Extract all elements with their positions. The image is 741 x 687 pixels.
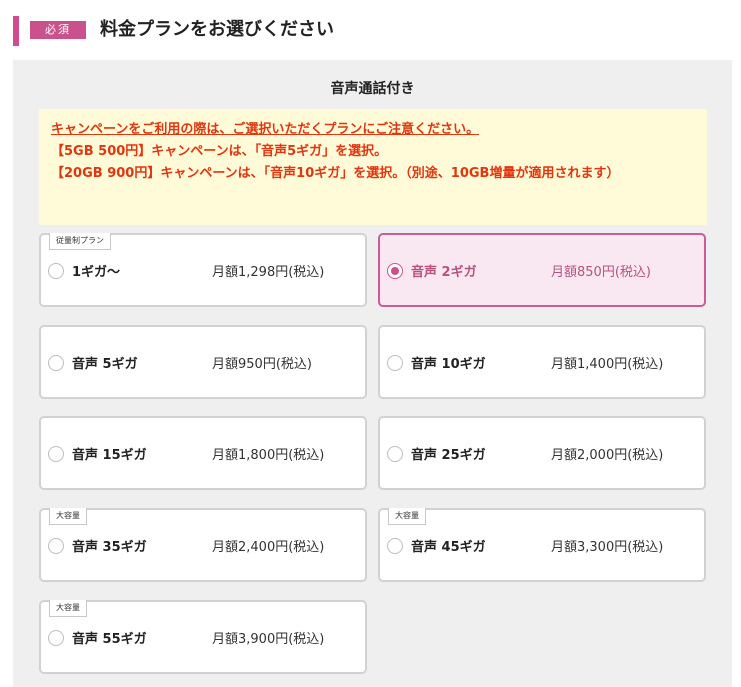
plan-tag: 大容量 xyxy=(49,508,87,525)
plan-price: 月額2,000円(税込) xyxy=(551,448,664,463)
plan-card-55gb[interactable]: 大容量 音声 55ギガ 月額3,900円(税込) xyxy=(39,600,367,674)
plan-selection-panel: 音声通話付き キャンペーンをご利用の際は、ご選択いただくプランにご注意ください。… xyxy=(13,60,732,687)
radio-button[interactable] xyxy=(387,538,403,554)
plan-card-2gb[interactable]: 音声 2ギガ 月額850円(税込) xyxy=(378,233,706,307)
plan-card-15gb[interactable]: 音声 15ギガ 月額1,800円(税込) xyxy=(39,416,367,490)
radio-button[interactable] xyxy=(48,355,64,371)
page-title: 料金プランをお選びください xyxy=(100,19,334,40)
plan-price: 月額950円(税込) xyxy=(212,357,312,372)
plan-price: 月額850円(税込) xyxy=(551,265,651,280)
radio-button[interactable] xyxy=(387,355,403,371)
radio-button[interactable] xyxy=(48,263,64,279)
plan-card-35gb[interactable]: 大容量 音声 35ギガ 月額2,400円(税込) xyxy=(39,508,367,582)
plan-tag: 大容量 xyxy=(49,600,87,617)
notice-line-1: キャンペーンをご利用の際は、ご選択いただくプランにご注意ください。 xyxy=(51,122,480,137)
plan-name: 音声 45ギガ xyxy=(411,540,486,555)
plan-name: 音声 10ギガ xyxy=(411,357,486,372)
plan-name: 音声 15ギガ xyxy=(72,448,147,463)
radio-button-selected[interactable] xyxy=(387,263,403,279)
plan-price: 月額1,298円(税込) xyxy=(212,265,325,280)
plan-card-10gb[interactable]: 音声 10ギガ 月額1,400円(税込) xyxy=(378,325,706,399)
plan-name: 音声 5ギガ xyxy=(72,357,138,372)
campaign-notice: キャンペーンをご利用の際は、ご選択いただくプランにご注意ください。 【5GB 5… xyxy=(39,109,707,225)
plan-name: 音声 2ギガ xyxy=(411,265,477,280)
plan-name: 音声 55ギガ xyxy=(72,632,147,647)
required-badge: 必須 xyxy=(30,21,86,39)
plan-card-5gb[interactable]: 音声 5ギガ 月額950円(税込) xyxy=(39,325,367,399)
accent-bar xyxy=(13,16,19,46)
plan-card-25gb[interactable]: 音声 25ギガ 月額2,000円(税込) xyxy=(378,416,706,490)
section-title: 音声通話付き xyxy=(330,81,415,97)
notice-line-3: 【20GB 900円】キャンペーンは、「音声10ギガ」を選択。（別途、10GB増… xyxy=(51,166,620,181)
plan-card-45gb[interactable]: 大容量 音声 45ギガ 月額3,300円(税込) xyxy=(378,508,706,582)
radio-button[interactable] xyxy=(48,538,64,554)
plan-name: 音声 25ギガ xyxy=(411,448,486,463)
plan-price: 月額1,400円(税込) xyxy=(551,357,664,372)
radio-button[interactable] xyxy=(387,446,403,462)
plan-price: 月額1,800円(税込) xyxy=(212,448,325,463)
page-header: 必須 料金プランをお選びください xyxy=(0,0,741,60)
plan-name: 音声 35ギガ xyxy=(72,540,147,555)
plan-name: 1ギガ～ xyxy=(72,265,121,280)
plan-price: 月額3,900円(税込) xyxy=(212,632,325,647)
plan-tag: 大容量 xyxy=(388,508,426,525)
radio-button[interactable] xyxy=(48,630,64,646)
notice-line-2: 【5GB 500円】キャンペーンは、「音声5ギガ」を選択。 xyxy=(51,144,388,159)
plan-card-1gb[interactable]: 従量制プラン 1ギガ～ 月額1,298円(税込) xyxy=(39,233,367,307)
radio-button[interactable] xyxy=(48,446,64,462)
plan-tag: 従量制プラン xyxy=(49,233,111,250)
plan-price: 月額2,400円(税込) xyxy=(212,540,325,555)
plan-price: 月額3,300円(税込) xyxy=(551,540,664,555)
